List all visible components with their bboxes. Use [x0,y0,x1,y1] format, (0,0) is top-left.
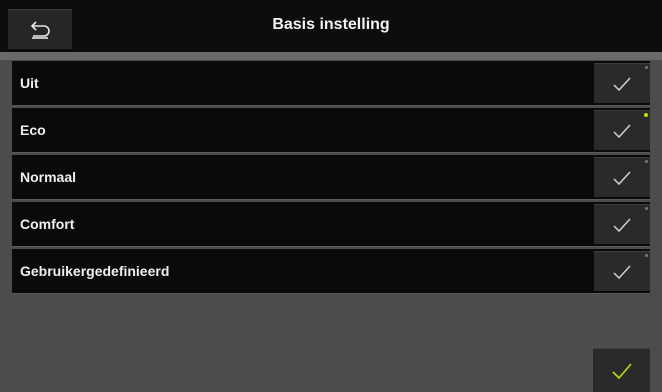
select-button[interactable] [594,157,650,197]
option-list: Uit Eco Normaal Comfort Gebruikergedefin… [12,61,650,296]
status-indicator [645,66,648,69]
confirm-button[interactable] [593,348,650,392]
option-row-uit[interactable]: Uit [12,61,650,106]
select-button[interactable] [594,251,650,291]
check-icon [613,217,631,232]
option-label: Normaal [20,169,77,185]
status-indicator-active [644,113,648,117]
check-icon [613,123,631,138]
option-label: Eco [20,122,46,138]
status-indicator [645,160,648,163]
select-button[interactable] [594,204,650,244]
option-row-gebruikergedefinieerd[interactable]: Gebruikergedefinieerd [12,249,650,294]
option-label: Comfort [20,216,75,232]
select-button[interactable] [594,63,650,103]
check-icon [611,362,632,379]
option-row-comfort[interactable]: Comfort [12,202,650,247]
option-label: Gebruikergedefinieerd [20,263,170,279]
option-label: Uit [20,75,39,91]
header-bar: Basis instelling [0,0,662,52]
check-icon [613,170,631,185]
select-button[interactable] [594,110,650,150]
check-icon [613,76,631,91]
option-row-normaal[interactable]: Normaal [12,155,650,200]
page-title: Basis instelling [272,16,390,33]
option-row-eco[interactable]: Eco [12,108,650,153]
header-separator [0,52,662,60]
status-indicator [645,254,648,257]
check-icon [613,264,631,279]
status-indicator [645,207,648,210]
